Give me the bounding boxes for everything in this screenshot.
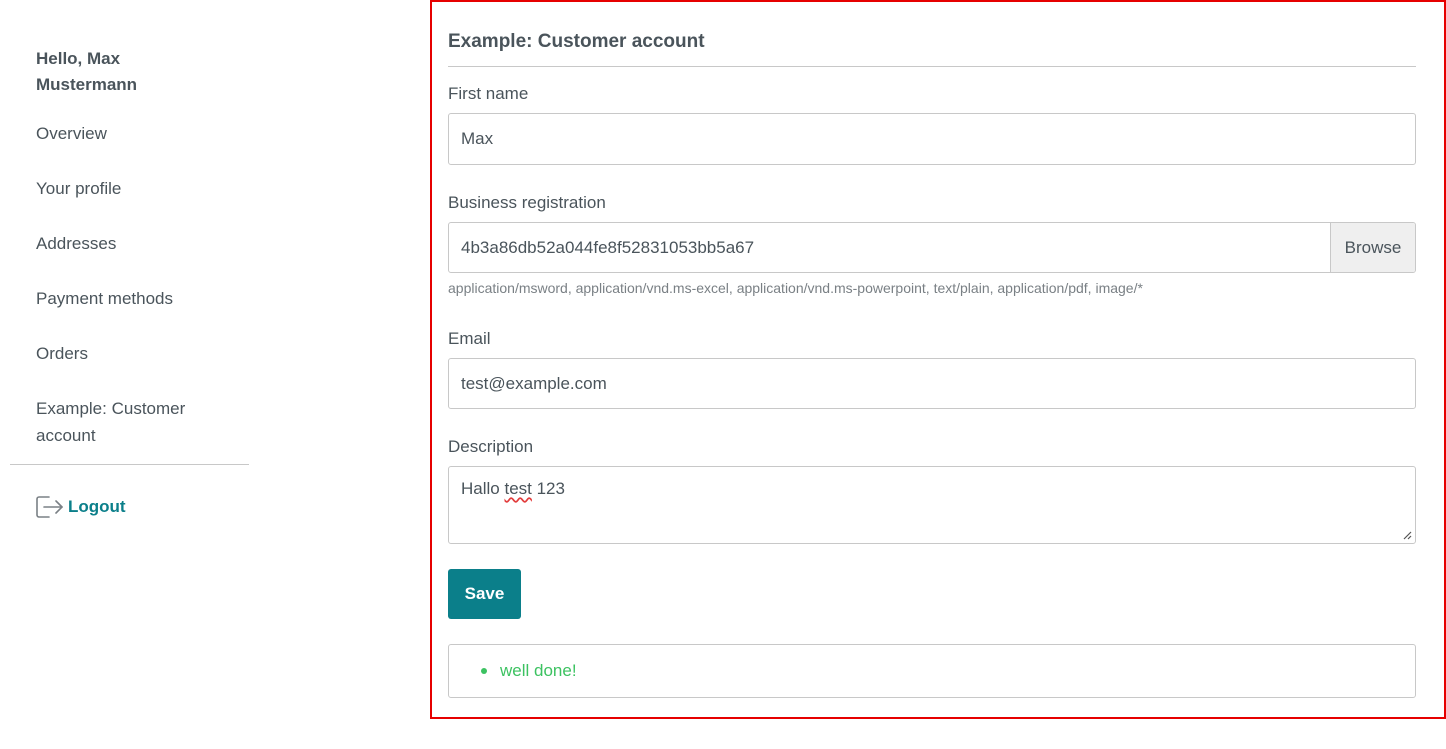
sidebar-item-label: Example: Customer (36, 399, 186, 418)
sidebar-item-label: Your profile (36, 179, 122, 198)
success-alert: well done! (448, 644, 1416, 698)
sidebar-item-label-line-2: account (36, 426, 96, 445)
logout-icon (35, 493, 65, 521)
alert-message: well done! (500, 661, 577, 680)
first-name-field: First name Max (448, 83, 1416, 165)
file-upload: 4b3a86db52a044fe8f52831053bb5a67 Browse (448, 222, 1416, 273)
sidebar-item-label: Addresses (36, 234, 117, 253)
email-input[interactable]: test@example.com (448, 358, 1416, 409)
sidebar-item-label: Overview (36, 124, 107, 143)
email-label: Email (448, 329, 491, 348)
description-text: Hallo (461, 479, 505, 498)
logout-link[interactable]: Logout (35, 493, 249, 521)
accepted-file-types-hint: application/msword, application/vnd.ms-e… (448, 280, 1143, 296)
business-registration-field: Business registration 4b3a86db52a044fe8f… (448, 192, 1416, 297)
save-button[interactable]: Save (448, 569, 521, 619)
first-name-input[interactable]: Max (448, 113, 1416, 165)
first-name-label: First name (448, 84, 529, 103)
description-label: Description (448, 437, 534, 456)
sidebar-item-addresses[interactable]: Addresses (10, 230, 249, 257)
description-field: Description Hallo test 123 (448, 436, 1416, 544)
page-title: Example: Customer account (448, 28, 1416, 67)
resize-handle-icon[interactable] (1402, 530, 1412, 540)
logout-label: Logout (68, 497, 126, 516)
account-sidebar: Hello, Max Mustermann Overview Your prof… (10, 40, 249, 521)
greeting-line-1: Hello, Max (36, 49, 121, 68)
sidebar-item-customer-account[interactable]: Example: Customer account (10, 395, 249, 449)
description-textarea[interactable]: Hallo test 123 (448, 466, 1416, 544)
email-field: Email test@example.com (448, 328, 1416, 409)
business-registration-label: Business registration (448, 193, 606, 212)
file-name-display[interactable]: 4b3a86db52a044fe8f52831053bb5a67 (449, 223, 1330, 272)
sidebar-item-payment-methods[interactable]: Payment methods (10, 285, 249, 312)
sidebar-item-overview[interactable]: Overview (10, 120, 249, 147)
greeting: Hello, Max Mustermann (10, 40, 249, 98)
sidebar-item-orders[interactable]: Orders (10, 340, 249, 367)
misspelled-word: test (504, 479, 532, 498)
sidebar-item-label: Orders (36, 344, 88, 363)
browse-button[interactable]: Browse (1330, 223, 1415, 272)
bullet-icon (481, 668, 487, 674)
sidebar-item-label: Payment methods (36, 289, 174, 308)
greeting-line-2: Mustermann (36, 75, 138, 94)
sidebar-item-profile[interactable]: Your profile (10, 175, 249, 202)
sidebar-divider (10, 464, 249, 465)
customer-account-form: Example: Customer account First name Max… (448, 28, 1416, 698)
description-text-suffix: 123 (531, 479, 565, 498)
account-nav: Overview Your profile Addresses Payment … (10, 120, 249, 449)
